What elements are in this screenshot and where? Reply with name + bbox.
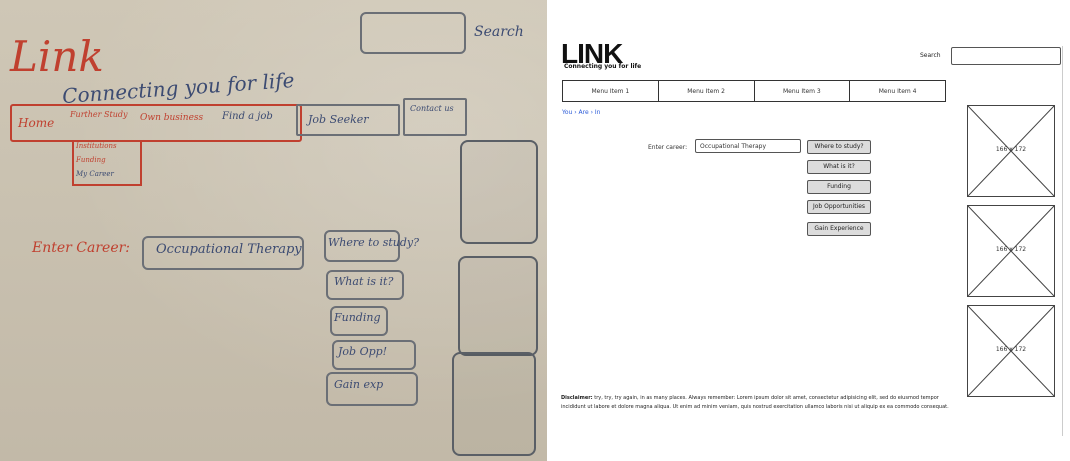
nav-item-2[interactable]: Menu Item 2 <box>659 81 755 101</box>
placeholder-label: 166 x 172 <box>995 246 1027 253</box>
sketch-image-placeholder <box>458 256 538 356</box>
sketch-nav-item: Further Study <box>70 110 128 119</box>
search-label: Search <box>920 52 941 59</box>
disclaimer: Disclaimer: try, try, try again, in as m… <box>561 394 956 412</box>
nav-item-1[interactable]: Menu Item 1 <box>563 81 659 101</box>
sketch-button-label: Funding <box>334 311 381 324</box>
sketch-search-box <box>360 12 466 54</box>
sketch-submenu-item: Institutions <box>76 142 117 150</box>
nav-item-3[interactable]: Menu Item 3 <box>755 81 851 101</box>
career-label: Enter career: <box>648 144 688 151</box>
sketch-submenu-item: Funding <box>76 156 106 164</box>
image-placeholder: 166 x 172 <box>967 305 1055 397</box>
disclaimer-label: Disclaimer: <box>561 395 593 401</box>
where-to-study-button[interactable]: Where to study? <box>807 140 871 154</box>
sketch-nav-item: Contact us <box>410 104 454 113</box>
sketch-career-label: Enter Career: <box>32 240 131 256</box>
placeholder-label: 166 x 172 <box>995 146 1027 153</box>
what-is-it-button[interactable]: What is it? <box>807 160 871 174</box>
sketch-button-label: Job Opp! <box>338 345 388 358</box>
sketch-nav-item: Job Seeker <box>308 113 369 126</box>
image-placeholder: 166 x 172 <box>967 105 1055 197</box>
sketch-button-label: Where to study? <box>328 236 420 249</box>
sketch-submenu-item: My Career <box>76 170 114 178</box>
sketch-career-value: Occupational Therapy <box>156 242 302 257</box>
sketch-title: Link <box>10 32 104 81</box>
main-nav: Menu Item 1 Menu Item 2 Menu Item 3 Menu… <box>562 80 946 102</box>
scrollbar-track[interactable] <box>1062 46 1063 436</box>
funding-button[interactable]: Funding <box>807 180 871 194</box>
gain-experience-button[interactable]: Gain Experience <box>807 222 871 236</box>
whiteboard-sketch-photo: Link Connecting you for life Search Home… <box>0 0 547 461</box>
wireframe-mockup: LINK Connecting you for life Search Menu… <box>547 0 1070 461</box>
placeholder-label: 166 x 172 <box>995 346 1027 353</box>
sketch-button-label: Gain exp <box>334 378 384 391</box>
breadcrumb[interactable]: You › Are › In <box>562 109 600 116</box>
sketch-nav-item: Own business <box>140 113 204 123</box>
sketch-image-placeholder <box>460 140 538 244</box>
sketch-nav-item: Home <box>18 116 55 130</box>
career-input[interactable]: Occupational Therapy <box>695 139 801 153</box>
sketch-button-label: What is it? <box>334 275 394 288</box>
nav-item-4[interactable]: Menu Item 4 <box>850 81 945 101</box>
sketch-nav-item: Find a job <box>222 111 273 122</box>
search-input[interactable] <box>951 47 1061 65</box>
site-tagline: Connecting you for life <box>564 63 642 70</box>
image-placeholder: 166 x 172 <box>967 205 1055 297</box>
disclaimer-text: try, try, try again, in as many places. … <box>561 395 949 410</box>
job-opportunities-button[interactable]: Job Opportunities <box>807 200 871 214</box>
sketch-image-placeholder <box>452 352 536 456</box>
sketch-search-label: Search <box>474 24 524 40</box>
